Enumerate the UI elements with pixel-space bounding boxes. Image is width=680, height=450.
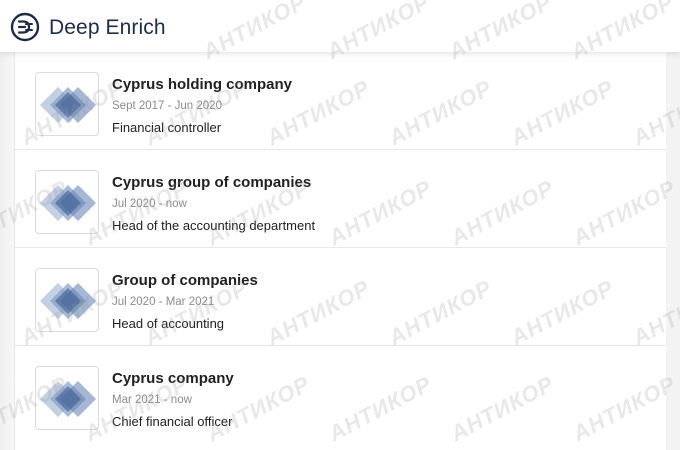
- experience-item[interactable]: Group of companies Jul 2020 - Mar 2021 H…: [15, 248, 666, 346]
- company-name: Cyprus company: [112, 370, 234, 387]
- job-title: Head of accounting: [112, 316, 225, 331]
- employment-period: Jul 2020 - now: [112, 198, 187, 210]
- company-name: Cyprus group of companies: [112, 174, 312, 191]
- diamond-logo-icon: [35, 170, 99, 234]
- company-name: Cyprus holding company: [112, 76, 293, 93]
- company-name: Group of companies: [112, 272, 258, 289]
- employment-period: Jul 2020 - Mar 2021: [112, 296, 215, 308]
- deep-enrich-logo-icon[interactable]: [10, 12, 40, 42]
- job-title: Financial controller: [112, 120, 222, 135]
- experience-item[interactable]: Cyprus company Mar 2021 - now Chief fina…: [15, 346, 666, 443]
- diamond-logo-icon: [35, 72, 99, 136]
- scrollbar-track[interactable]: [666, 52, 680, 450]
- app-title[interactable]: Deep Enrich: [49, 15, 166, 41]
- job-title: Chief financial officer: [112, 414, 233, 429]
- experience-item[interactable]: Cyprus holding company Sept 2017 - Jun 2…: [15, 52, 666, 150]
- diamond-logo-icon: [35, 268, 99, 332]
- employment-period: Mar 2021 - now: [112, 394, 192, 406]
- diamond-logo-icon: [35, 366, 99, 430]
- experience-item[interactable]: Cyprus group of companies Jul 2020 - now…: [15, 150, 666, 248]
- app-header: Deep Enrich: [0, 0, 680, 52]
- experience-list: Cyprus holding company Sept 2017 - Jun 2…: [15, 52, 666, 450]
- left-panel-edge: [0, 52, 15, 450]
- job-title: Head of the accounting department: [112, 218, 316, 233]
- employment-period: Sept 2017 - Jun 2020: [112, 100, 222, 112]
